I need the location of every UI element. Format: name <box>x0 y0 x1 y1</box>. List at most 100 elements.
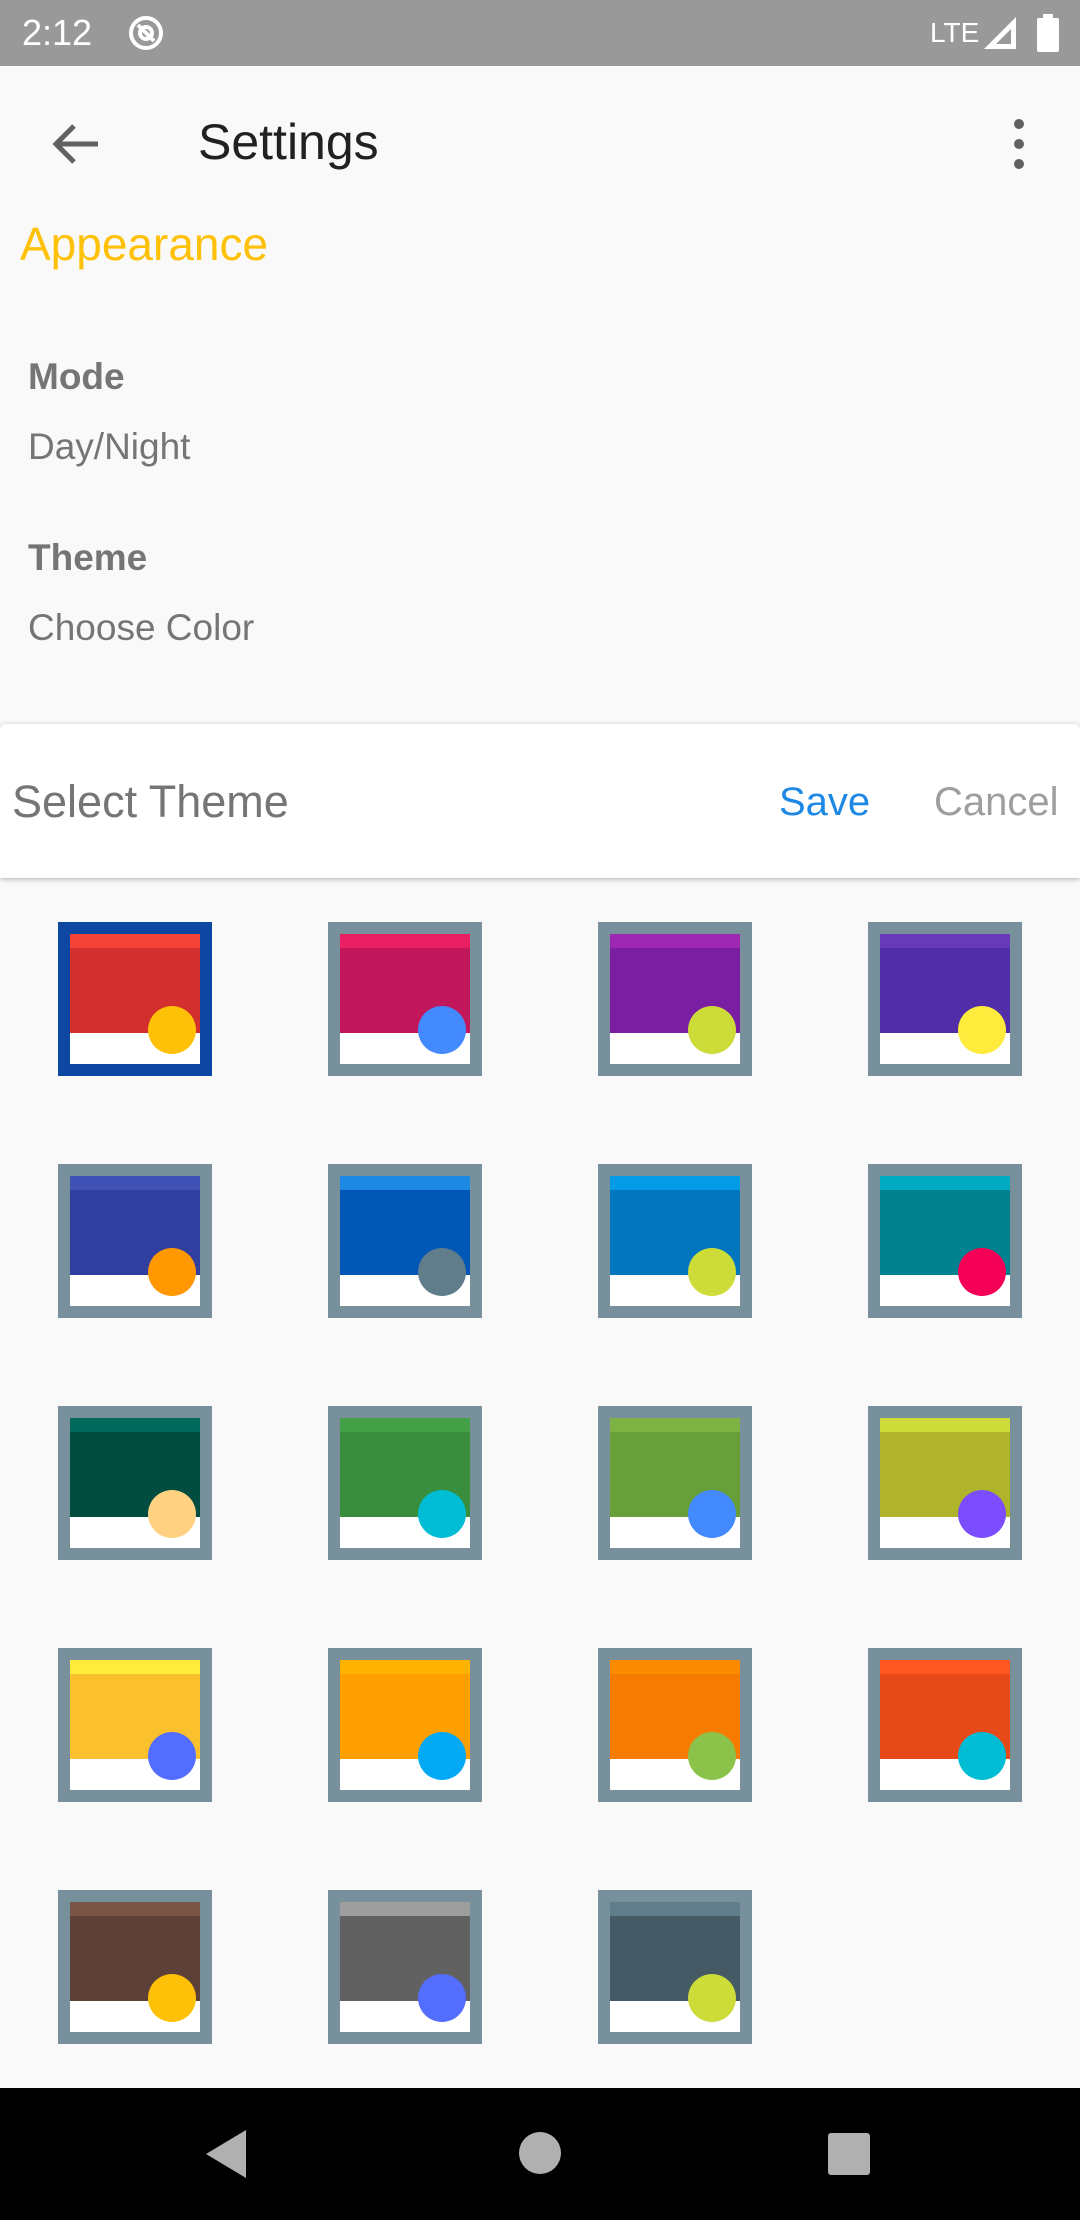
battery-icon <box>1037 14 1059 52</box>
swatch-status-color <box>880 1176 1010 1190</box>
swatch-status-color <box>880 1660 1010 1674</box>
theme-swatch[interactable] <box>868 922 1022 1076</box>
preference-title: Mode <box>28 356 125 397</box>
swatch-preview <box>340 1418 470 1548</box>
swatch-status-color <box>340 934 470 948</box>
nav-recents-icon[interactable] <box>828 2133 870 2175</box>
swatch-accent-dot <box>148 1732 196 1780</box>
swatch-accent-dot <box>688 1974 736 2022</box>
swatch-status-color <box>610 1660 740 1674</box>
swatch-status-color <box>880 934 1010 948</box>
page-title: Settings <box>198 114 379 170</box>
status-bar: 2:12 LTE <box>0 0 1080 66</box>
nav-home-icon[interactable] <box>519 2132 561 2174</box>
swatch-preview <box>880 934 1010 1064</box>
preference-summary: Choose Color <box>28 607 255 648</box>
swatch-status-color <box>610 1176 740 1190</box>
theme-swatch[interactable] <box>868 1406 1022 1560</box>
swatch-preview <box>70 1418 200 1548</box>
theme-swatch[interactable] <box>58 922 212 1076</box>
swatch-accent-dot <box>958 1006 1006 1054</box>
swatch-preview <box>70 934 200 1064</box>
swatch-status-color <box>70 1902 200 1916</box>
navigation-bar <box>0 2088 1080 2220</box>
swatch-accent-dot <box>148 1006 196 1054</box>
signal-icon <box>984 17 1016 49</box>
swatch-status-color <box>70 1418 200 1432</box>
swatch-preview <box>70 1660 200 1790</box>
swatch-status-color <box>610 1902 740 1916</box>
theme-swatch[interactable] <box>328 1648 482 1802</box>
swatch-status-color <box>340 1418 470 1432</box>
more-vert-icon[interactable] <box>994 114 1044 174</box>
status-time: 2:12 <box>22 12 93 53</box>
swatch-accent-dot <box>688 1490 736 1538</box>
swatch-preview <box>610 934 740 1064</box>
swatch-accent-dot <box>958 1732 1006 1780</box>
theme-swatch[interactable] <box>598 1648 752 1802</box>
swatch-status-color <box>70 1660 200 1674</box>
cancel-button[interactable]: Cancel <box>934 774 1059 830</box>
swatch-status-color <box>610 1418 740 1432</box>
swatch-preview <box>340 1176 470 1306</box>
swatch-preview <box>340 1902 470 2032</box>
save-button[interactable]: Save <box>779 774 870 830</box>
app-bar: Settings <box>0 66 1080 218</box>
swatch-accent-dot <box>148 1490 196 1538</box>
swatch-accent-dot <box>148 1248 196 1296</box>
section-header-appearance: Appearance <box>20 218 269 270</box>
swatch-preview <box>880 1660 1010 1790</box>
theme-swatch[interactable] <box>868 1164 1022 1318</box>
swatch-preview <box>880 1418 1010 1548</box>
swatch-status-color <box>340 1902 470 1916</box>
theme-swatch[interactable] <box>868 1648 1022 1802</box>
swatch-status-color <box>70 934 200 948</box>
swatch-preview <box>610 1176 740 1306</box>
at-sign-icon <box>129 16 163 50</box>
preference-summary: Day/Night <box>28 426 191 467</box>
preference-title: Theme <box>28 537 148 578</box>
nav-back-icon[interactable] <box>204 2128 248 2180</box>
theme-swatch[interactable] <box>58 1648 212 1802</box>
swatch-accent-dot <box>418 1248 466 1296</box>
theme-swatch[interactable] <box>328 1890 482 2044</box>
swatch-accent-dot <box>418 1006 466 1054</box>
theme-swatch[interactable] <box>328 922 482 1076</box>
arrow-back-icon[interactable] <box>46 114 106 174</box>
swatch-preview <box>610 1902 740 2032</box>
theme-swatch[interactable] <box>58 1164 212 1318</box>
theme-swatch[interactable] <box>328 1406 482 1560</box>
swatch-accent-dot <box>688 1248 736 1296</box>
swatch-accent-dot <box>418 1974 466 2022</box>
theme-swatch[interactable] <box>328 1164 482 1318</box>
swatch-status-color <box>610 934 740 948</box>
swatch-accent-dot <box>418 1490 466 1538</box>
theme-swatch[interactable] <box>598 1164 752 1318</box>
dialog-title: Select Theme <box>12 776 289 827</box>
theme-swatch-grid <box>0 878 1080 2088</box>
swatch-preview <box>340 934 470 1064</box>
swatch-preview <box>340 1660 470 1790</box>
theme-dialog-header: Select Theme Save Cancel <box>0 724 1080 878</box>
theme-swatch[interactable] <box>58 1406 212 1560</box>
swatch-accent-dot <box>148 1974 196 2022</box>
theme-swatch[interactable] <box>58 1890 212 2044</box>
swatch-accent-dot <box>958 1248 1006 1296</box>
theme-swatch[interactable] <box>598 922 752 1076</box>
network-type: LTE <box>930 17 980 48</box>
swatch-status-color <box>880 1418 1010 1432</box>
swatch-accent-dot <box>418 1732 466 1780</box>
theme-swatch[interactable] <box>598 1890 752 2044</box>
swatch-preview <box>880 1176 1010 1306</box>
swatch-accent-dot <box>688 1732 736 1780</box>
swatch-status-color <box>340 1176 470 1190</box>
swatch-preview <box>610 1418 740 1548</box>
swatch-status-color <box>340 1660 470 1674</box>
swatch-accent-dot <box>958 1490 1006 1538</box>
swatch-status-color <box>70 1176 200 1190</box>
swatch-accent-dot <box>688 1006 736 1054</box>
swatch-preview <box>70 1902 200 2032</box>
swatch-preview <box>70 1176 200 1306</box>
theme-swatch[interactable] <box>598 1406 752 1560</box>
swatch-preview <box>610 1660 740 1790</box>
